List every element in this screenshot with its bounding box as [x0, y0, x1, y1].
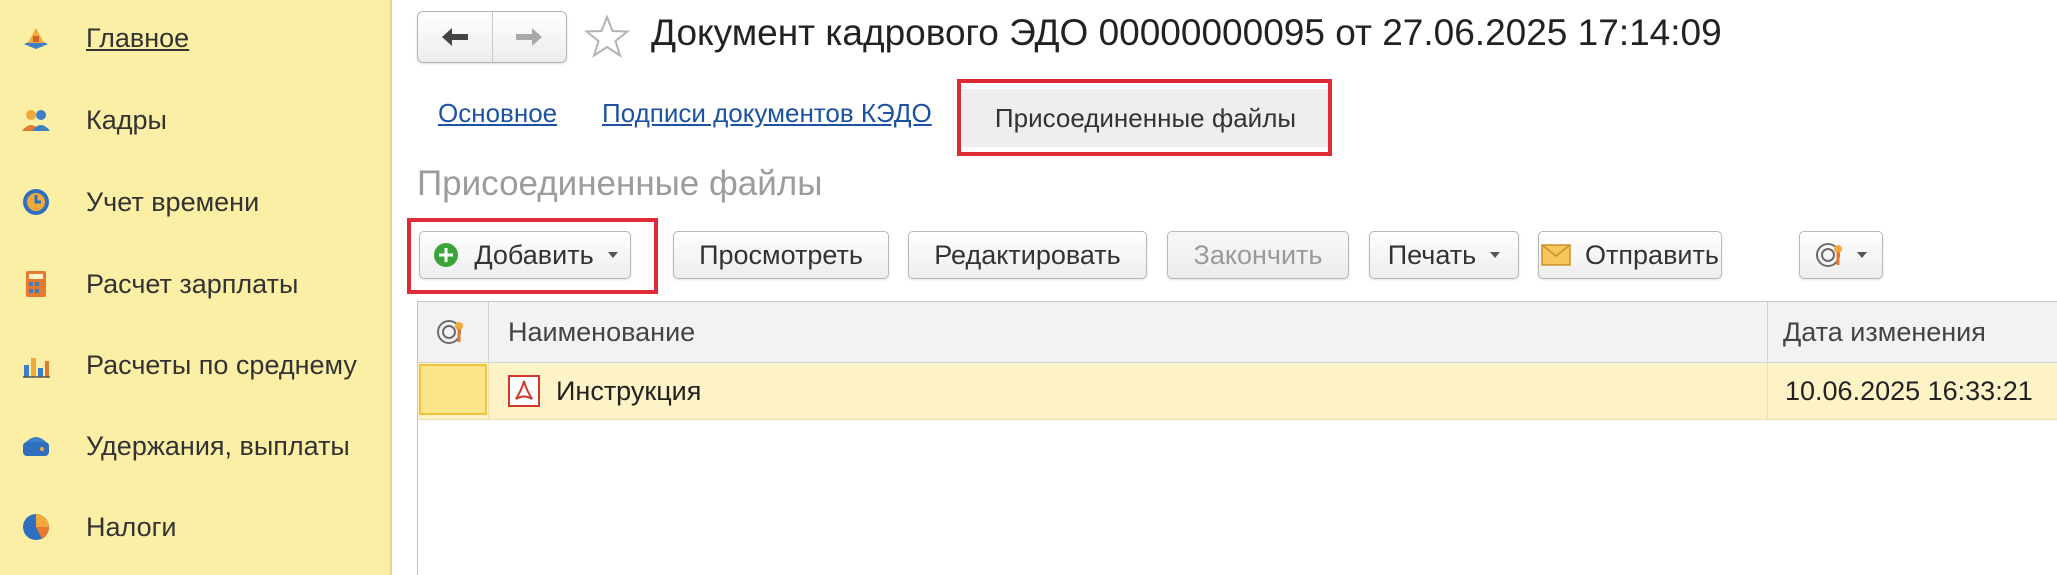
sidebar-item-hr[interactable]: Кадры: [0, 90, 390, 150]
people-icon: [20, 104, 52, 136]
envelope-icon: [1541, 244, 1571, 266]
print-button[interactable]: Печать: [1369, 231, 1519, 279]
digital-signature-icon: [437, 320, 463, 344]
attached-files-table: Наименование Дата изменения Инструкция 1…: [417, 301, 2057, 575]
tab-main[interactable]: Основное: [438, 98, 557, 129]
calculator-icon: [20, 268, 52, 300]
table-header: Наименование Дата изменения: [418, 302, 2057, 363]
bar-chart-icon: [20, 349, 52, 381]
signature-column-header[interactable]: [432, 302, 472, 362]
digital-signature-icon: [1816, 243, 1842, 267]
send-button-label: Отправить: [1585, 239, 1719, 270]
row-selection-marker: [419, 364, 487, 415]
pdf-icon: [508, 375, 540, 407]
sidebar-item-payroll[interactable]: Расчет зарплаты: [0, 254, 390, 314]
favorite-star-icon[interactable]: [584, 14, 630, 60]
add-highlight-frame: [407, 218, 658, 294]
column-divider: [1767, 302, 1768, 362]
edit-button[interactable]: Редактировать: [908, 231, 1147, 279]
file-name: Инструкция: [556, 375, 702, 406]
sidebar-item-label: Кадры: [86, 104, 167, 135]
arrow-right-icon: [516, 28, 543, 46]
sidebar-item-label: Налоги: [86, 511, 177, 542]
back-button[interactable]: [418, 12, 492, 62]
section-title: Присоединенные файлы: [417, 164, 823, 203]
sidebar: Главное Кадры Учет времени Расчет зарпла…: [0, 0, 392, 575]
sidebar-item-time[interactable]: Учет времени: [0, 172, 390, 232]
sidebar-item-label: Расчет зарплаты: [86, 268, 299, 299]
clock-icon: [20, 186, 52, 218]
name-column-header[interactable]: Наименование: [508, 302, 695, 362]
history-nav: [417, 11, 567, 63]
column-divider: [488, 363, 489, 419]
tab-signatures[interactable]: Подписи документов КЭДО: [602, 98, 932, 129]
sidebar-item-label: Удержания, выплаты: [86, 430, 350, 461]
file-modified-date: 10.06.2025 16:33:21: [1785, 375, 2033, 406]
page-title: Документ кадрового ЭДО 00000000095 от 27…: [651, 12, 1722, 53]
sidebar-item-label: Главное: [86, 22, 190, 53]
forward-button[interactable]: [491, 12, 567, 62]
modified-column-header[interactable]: Дата изменения: [1783, 302, 1986, 362]
signature-menu-button[interactable]: [1799, 231, 1883, 279]
chevron-down-icon: [1490, 252, 1501, 258]
sidebar-item-main[interactable]: Главное: [0, 8, 390, 68]
table-row[interactable]: Инструкция 10.06.2025 16:33:21: [418, 363, 2057, 420]
home-icon: [20, 22, 52, 54]
tab-highlight-frame: [957, 79, 1332, 156]
arrow-left-icon: [441, 28, 468, 46]
sidebar-item-deductions[interactable]: Удержания, выплаты: [0, 416, 390, 476]
send-button[interactable]: Отправить: [1538, 231, 1722, 279]
sidebar-item-taxes[interactable]: Налоги: [0, 497, 390, 557]
file-name-cell: Инструкция: [508, 363, 701, 419]
sidebar-item-label: Расчеты по среднему: [86, 349, 357, 380]
finish-button[interactable]: Закончить: [1167, 231, 1349, 279]
wallet-icon: [20, 430, 52, 462]
chevron-down-icon: [1857, 252, 1867, 258]
sidebar-item-average[interactable]: Расчеты по среднему: [0, 335, 390, 395]
sidebar-item-label: Учет времени: [86, 186, 260, 217]
view-button[interactable]: Просмотреть: [673, 231, 889, 279]
pie-chart-icon: [20, 511, 52, 543]
print-button-label: Печать: [1387, 239, 1477, 270]
column-divider: [1767, 363, 1768, 419]
column-divider: [488, 302, 489, 362]
